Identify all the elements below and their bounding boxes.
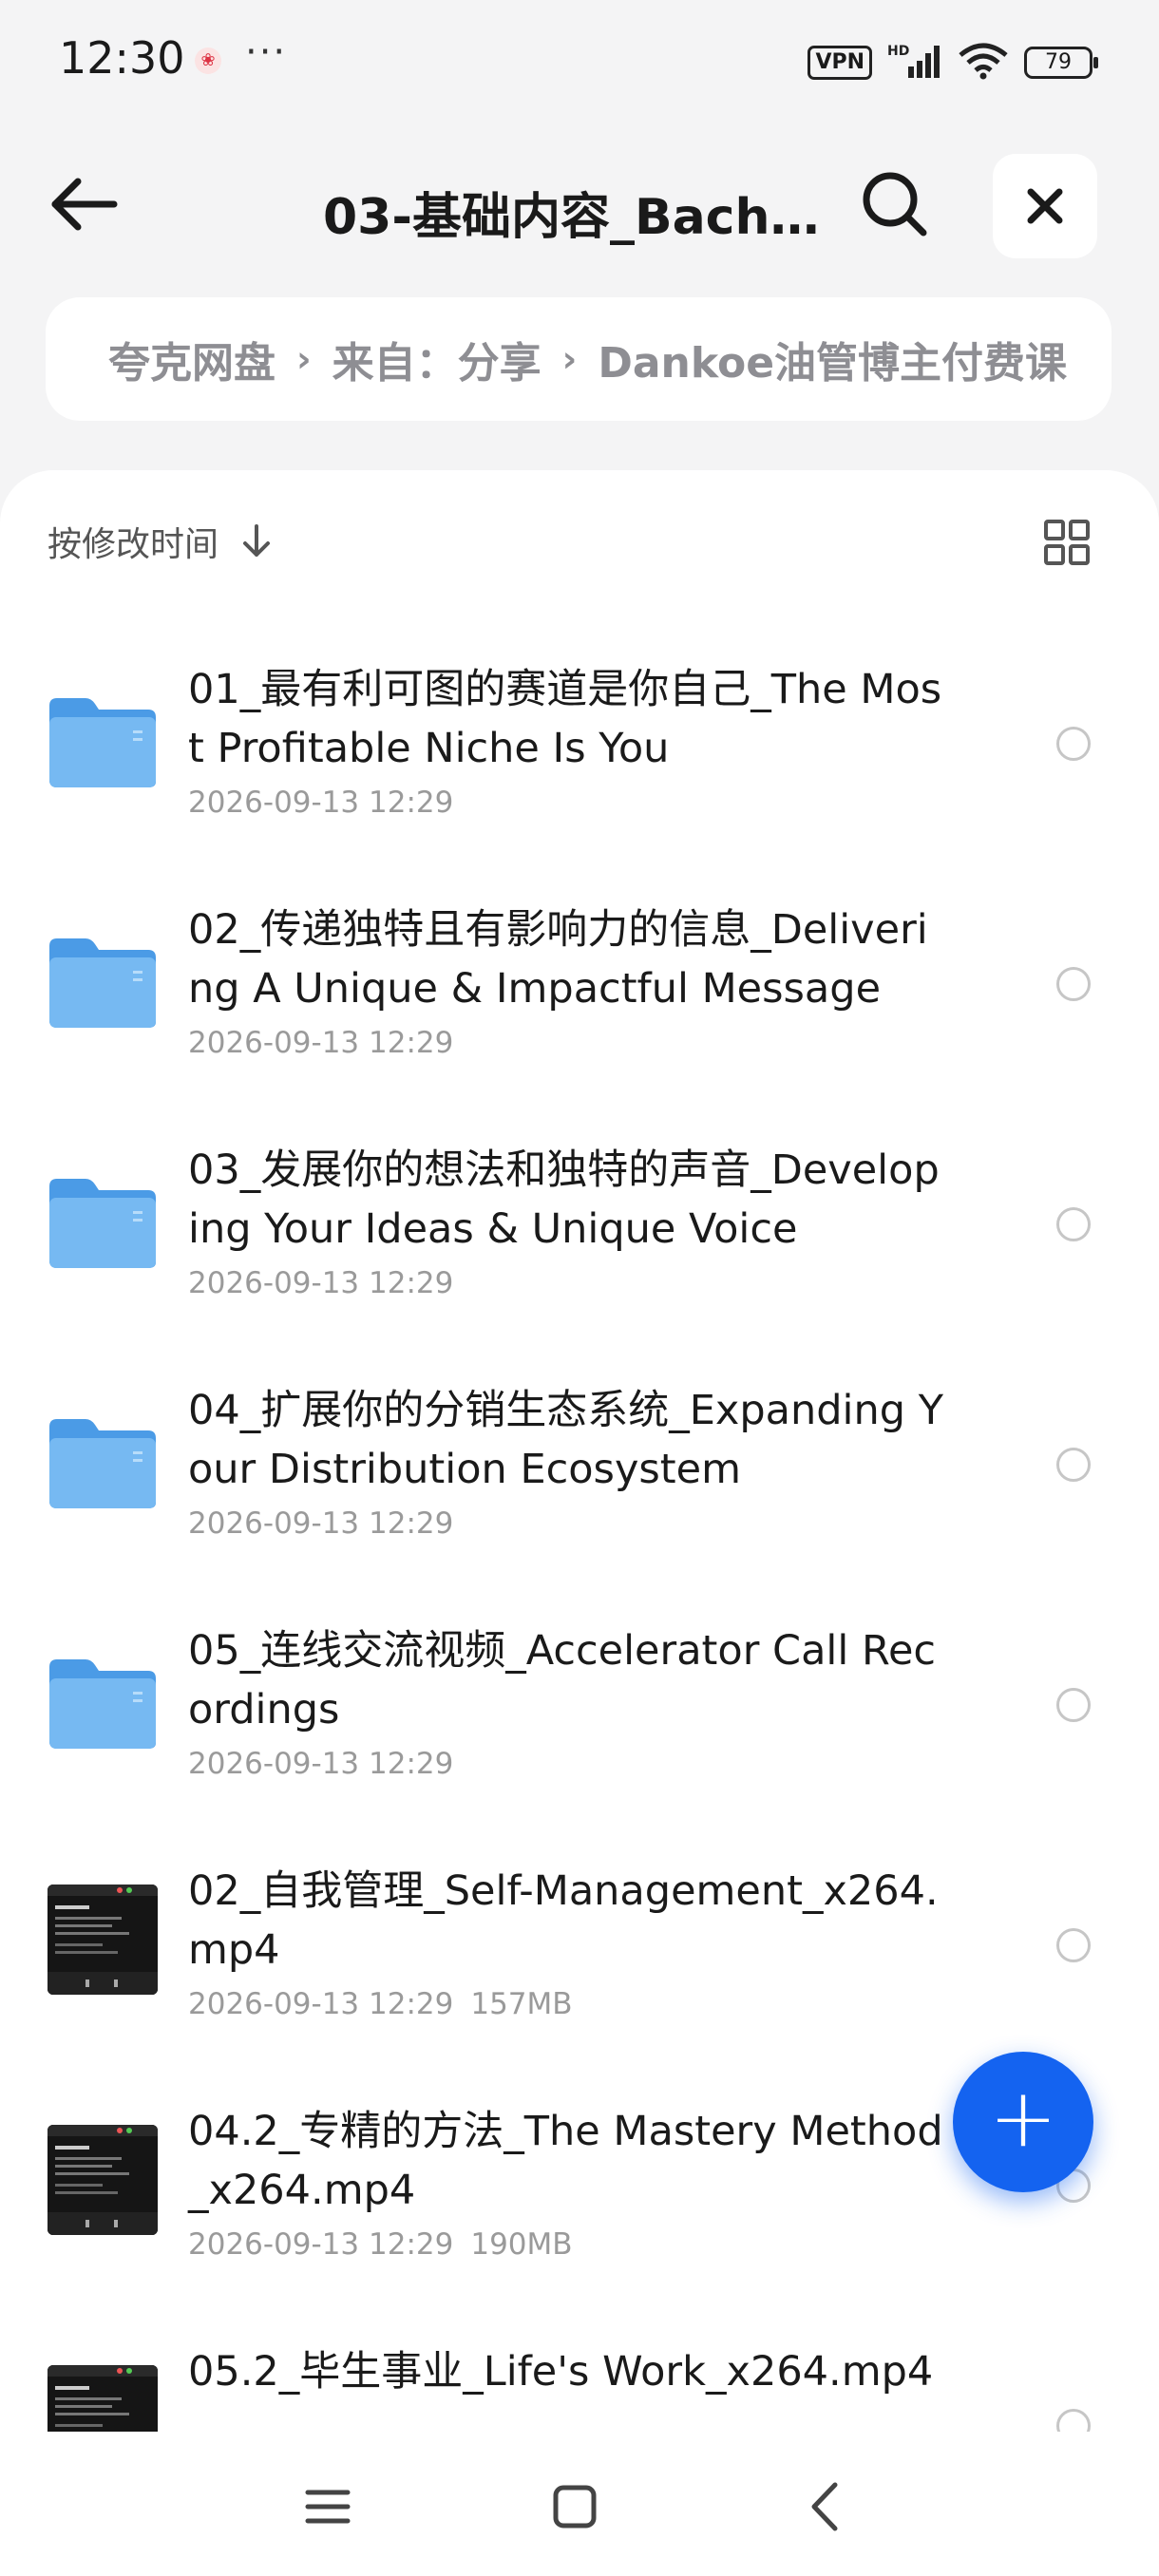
close-icon [1027,188,1063,224]
file-date: 2026-09-13 12:29 [188,786,454,820]
file-name: 02_自我管理_Self-Management_x264.mp4 [188,1867,939,1974]
more-notifications-icon: ··· [245,30,288,74]
file-date: 2026-09-13 12:29 [188,1747,454,1781]
folder-icon [48,694,158,789]
list-item[interactable]: 02_自我管理_Self-Management_x264.mp4 2026-09-… [0,1824,1159,2064]
search-icon [863,172,927,237]
select-radio[interactable] [1056,1928,1091,1962]
select-radio[interactable] [1056,1688,1091,1722]
list-item[interactable]: 02_传递独特且有影响力的信息_Delivering A Unique & Im… [0,862,1159,1103]
file-name: 04_扩展你的分销生态系统_Expanding Your Distributio… [188,1387,943,1493]
wifi-icon [958,42,1009,84]
file-name: 01_最有利可图的赛道是你自己_The Most Profitable Nich… [188,666,942,772]
select-radio[interactable] [1056,727,1091,761]
chevron-right-icon: › [296,338,312,380]
signal-hd-label: HD [887,44,909,59]
chevron-right-icon: › [561,338,578,380]
video-thumbnail [48,1885,158,1995]
system-nav-bar [0,2432,1159,2576]
home-button[interactable] [542,2473,608,2540]
close-button[interactable] [993,154,1097,258]
file-list-panel: 按修改时间 01_最有利可图的赛道是你自己_The Most Profitabl… [0,470,1159,2576]
vpn-icon: VPN [808,46,872,80]
list-item[interactable]: 04_扩展你的分销生态系统_Expanding Your Distributio… [0,1343,1159,1583]
file-date: 2026-09-13 12:29 [188,1506,454,1541]
battery-icon: 79 [1024,47,1098,79]
file-meta: 2026-09-13 12:29 [188,1266,453,1300]
file-date: 2026-09-13 12:29 [188,1266,454,1300]
breadcrumb-item-share[interactable]: 来自：分享 [332,329,542,389]
file-meta: 2026-09-13 12:29 [188,1026,453,1060]
status-bar: 12:30 ❀ ··· VPN HD 79 [0,0,1159,123]
grid-view-button[interactable] [1040,516,1093,569]
list-item[interactable]: 05_连线交流视频_Accelerator Call Recordings 202… [0,1583,1159,1824]
nav-back-button[interactable] [793,2473,860,2540]
file-date: 2026-09-13 12:29 [188,1026,454,1060]
list-item[interactable]: 01_最有利可图的赛道是你自己_The Most Profitable Nich… [0,622,1159,862]
file-date: 2026-09-13 12:29 [188,1987,454,2021]
file-name: 05.2_毕生事业_Life's Work_x264.mp4 [188,2348,934,2396]
file-meta: 2026-09-13 12:29 [188,786,453,820]
file-size: 157MB [470,1987,573,2021]
file-date: 2026-09-13 12:29 [188,2227,454,2262]
add-button[interactable]: + [953,2052,1093,2192]
breadcrumb-item-folder[interactable]: Dankoe油管博主付费课 [598,329,1067,389]
file-meta: 2026-09-13 12:29 190MB [188,2227,573,2262]
home-square-icon [553,2485,597,2529]
header: 03-基础内容_Bache... [0,142,1159,266]
page-title: 03-基础内容_Bache... [323,189,826,246]
sort-label: 按修改时间 [48,525,219,564]
select-radio[interactable] [1056,967,1091,1001]
signal-icon: HD [887,42,942,84]
menu-button[interactable] [294,2473,361,2540]
file-name: 03_发展你的想法和独特的声音_Developing Your Ideas & … [188,1146,940,1253]
file-name: 05_连线交流视频_Accelerator Call Recordings [188,1627,937,1733]
folder-icon [48,1656,158,1751]
back-chevron-icon [811,2482,838,2531]
arrow-down-icon [243,524,271,557]
file-size: 190MB [470,2227,573,2262]
file-name: 04.2_专精的方法_The Mastery Method_x264.mp4 [188,2108,943,2214]
status-icons: VPN HD 79 [808,42,1098,84]
back-arrow-icon [51,178,118,231]
grid-view-icon [1044,520,1090,565]
menu-icon [305,2490,351,2524]
file-meta: 2026-09-13 12:29 157MB [188,1987,573,2021]
app-notification-icon: ❀ [195,47,221,74]
video-thumbnail [48,2125,158,2235]
select-radio[interactable] [1056,1207,1091,1241]
search-button[interactable] [860,169,930,239]
sort-button[interactable]: 按修改时间 [48,518,274,565]
file-name: 02_传递独特且有影响力的信息_Delivering A Unique & Im… [188,906,928,1013]
status-time: 12:30 [59,32,185,84]
select-radio[interactable] [1056,1448,1091,1482]
breadcrumb: 夸克网盘 › 来自：分享 › Dankoe油管博主付费课 [46,297,1112,421]
back-button[interactable] [48,171,124,237]
file-meta: 2026-09-13 12:29 [188,1747,453,1781]
file-meta: 2026-09-13 12:29 [188,1506,453,1541]
folder-icon [48,1175,158,1270]
breadcrumb-item-root[interactable]: 夸克网盘 [108,329,276,389]
folder-icon [48,1415,158,1510]
list-item[interactable]: 03_发展你的想法和独特的声音_Developing Your Ideas & … [0,1103,1159,1343]
folder-icon [48,935,158,1030]
